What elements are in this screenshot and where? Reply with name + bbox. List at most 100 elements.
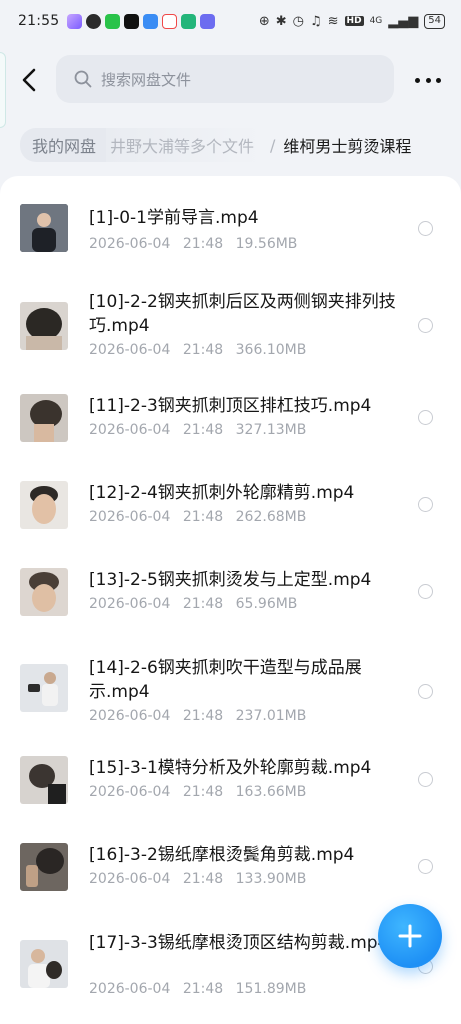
file-meta: 2026-06-04 21:48 65.96MB <box>89 596 297 612</box>
video-thumbnail <box>20 664 68 712</box>
file-meta: 2026-06-04 21:48 262.68MB <box>89 509 306 525</box>
status-app-icons <box>67 13 216 29</box>
face-thumbnail-icon <box>20 568 68 616</box>
file-name: [14]-2-6钢夹抓刺吹干造型与成品展示.mp4 <box>89 658 362 702</box>
header: 搜索网盘文件 <box>0 52 461 108</box>
file-time: 21:48 <box>182 871 224 887</box>
select-radio[interactable] <box>418 497 433 512</box>
file-meta: 2026-06-04 21:48 19.56MB <box>89 236 297 252</box>
hd-badge: HD <box>344 16 364 26</box>
mute-icon: ♫ <box>309 13 322 29</box>
file-date: 2026-06-04 <box>89 871 171 887</box>
file-meta: 2026-06-04 21:48 327.13MB <box>89 422 306 438</box>
file-meta: 2026-06-04 21:48 237.01MB <box>89 708 306 724</box>
hair-thumbnail-icon <box>20 302 68 350</box>
file-size: 65.96MB <box>235 596 298 612</box>
select-radio[interactable] <box>418 859 433 874</box>
file-name: [15]-3-1模特分析及外轮廓剪裁.mp4 <box>89 758 372 778</box>
haircut-thumbnail-icon <box>20 843 68 891</box>
app-icon <box>67 13 83 29</box>
file-size: 262.68MB <box>235 509 307 525</box>
status-time: 21:55 <box>18 13 60 29</box>
add-button[interactable] <box>378 904 442 968</box>
file-size: 19.56MB <box>235 236 298 252</box>
status-bar: 21:55 ⊕ ✱ ◷ ♫ ≋ HD 4G ▂▄▆ 54 <box>0 0 461 42</box>
file-name: [13]-2-5钢夹抓刺烫发与上定型.mp4 <box>89 570 372 590</box>
search-input[interactable]: 搜索网盘文件 <box>56 55 394 103</box>
file-name: [1]-0-1学前导言.mp4 <box>89 208 259 228</box>
signal-icon: ▂▄▆ <box>388 13 419 29</box>
file-time: 21:48 <box>182 708 224 724</box>
select-radio[interactable] <box>418 221 433 236</box>
file-time: 21:48 <box>182 509 224 525</box>
file-size: 237.01MB <box>235 708 307 724</box>
breadcrumb-root[interactable]: 我的网盘 <box>20 128 107 162</box>
file-size: 133.90MB <box>235 871 307 887</box>
file-time: 21:48 <box>182 981 224 997</box>
select-radio[interactable] <box>418 772 433 787</box>
calendar-app-icon <box>181 13 197 29</box>
video-thumbnail <box>20 394 68 442</box>
file-size: 366.10MB <box>235 342 307 358</box>
file-time: 21:48 <box>182 784 224 800</box>
video-thumbnail <box>20 756 68 804</box>
back-arrow-icon <box>22 68 36 92</box>
file-name: [10]-2-2钢夹抓刺后区及两侧钢夹排列技巧.mp4 <box>89 292 396 336</box>
tiktok-icon <box>124 13 140 29</box>
video-thumbnail <box>20 204 68 252</box>
more-button[interactable] <box>415 68 441 92</box>
file-date: 2026-06-04 <box>89 596 171 612</box>
file-time: 21:48 <box>182 236 224 252</box>
video-thumbnail <box>20 481 68 529</box>
file-date: 2026-06-04 <box>89 981 171 997</box>
breadcrumb: 我的网盘 井野大浦等多个文件 / 维柯男士剪烫课程 <box>20 128 461 162</box>
file-name: [16]-3-2锡纸摩根烫鬓角剪裁.mp4 <box>89 845 355 865</box>
file-time: 21:48 <box>182 422 224 438</box>
file-name: [12]-2-4钢夹抓刺外轮廓精剪.mp4 <box>89 483 355 503</box>
search-icon <box>74 70 92 88</box>
file-date: 2026-06-04 <box>89 342 171 358</box>
video-thumbnail <box>20 843 68 891</box>
file-date: 2026-06-04 <box>89 784 171 800</box>
haircut-thumbnail-icon <box>20 756 68 804</box>
more-icon <box>415 77 420 83</box>
select-radio[interactable] <box>418 410 433 425</box>
file-meta: 2026-06-04 21:48 163.66MB <box>89 784 306 800</box>
file-name: [17]-3-3锡纸摩根烫顶区结构剪裁.mp4 <box>89 933 389 953</box>
search-placeholder: 搜索网盘文件 <box>101 70 192 89</box>
file-meta: 2026-06-04 21:48 151.89MB <box>89 981 306 997</box>
battery-indicator: 54 <box>424 13 445 29</box>
file-date: 2026-06-04 <box>89 708 171 724</box>
status-system-icons: ⊕ ✱ ◷ ♫ ≋ HD 4G ▂▄▆ 54 <box>258 13 445 29</box>
alarm-icon: ◷ <box>292 13 304 29</box>
file-size: 163.66MB <box>235 784 307 800</box>
select-radio[interactable] <box>418 584 433 599</box>
more-icon-dot <box>425 77 431 83</box>
file-meta: 2026-06-04 21:48 133.90MB <box>89 871 306 887</box>
more-icon-dot <box>436 77 441 83</box>
wechat-icon <box>105 13 121 29</box>
file-time: 21:48 <box>182 342 224 358</box>
file-list: [1]-0-1学前导言.mp4 2026-06-04 21:48 19.56MB… <box>0 176 461 1024</box>
back-button[interactable] <box>14 62 44 98</box>
video-thumbnail <box>20 568 68 616</box>
select-radio[interactable] <box>418 318 433 333</box>
file-name: [11]-2-3钢夹抓刺顶区排杠技巧.mp4 <box>89 396 372 416</box>
breadcrumb-middle[interactable]: 井野大浦等多个文件 <box>106 128 263 162</box>
person-thumbnail-icon <box>20 204 68 252</box>
wifi-icon: ≋ <box>327 13 339 29</box>
file-size: 327.13MB <box>235 422 307 438</box>
video-thumbnail <box>20 302 68 350</box>
shopping-app-icon <box>162 13 178 29</box>
video-thumbnail <box>20 940 68 988</box>
file-date: 2026-06-04 <box>89 509 171 525</box>
file-meta: 2026-06-04 21:48 366.10MB <box>89 342 306 358</box>
add-circle-icon: ⊕ <box>258 13 270 29</box>
face-thumbnail-icon <box>20 481 68 529</box>
bluetooth-icon: ✱ <box>275 13 287 29</box>
breadcrumb-current: 维柯男士剪烫课程 <box>283 137 412 156</box>
person-thumbnail-icon <box>20 940 68 988</box>
breadcrumb-separator: / <box>270 135 276 155</box>
plus-icon <box>398 924 422 948</box>
select-radio[interactable] <box>418 684 433 699</box>
